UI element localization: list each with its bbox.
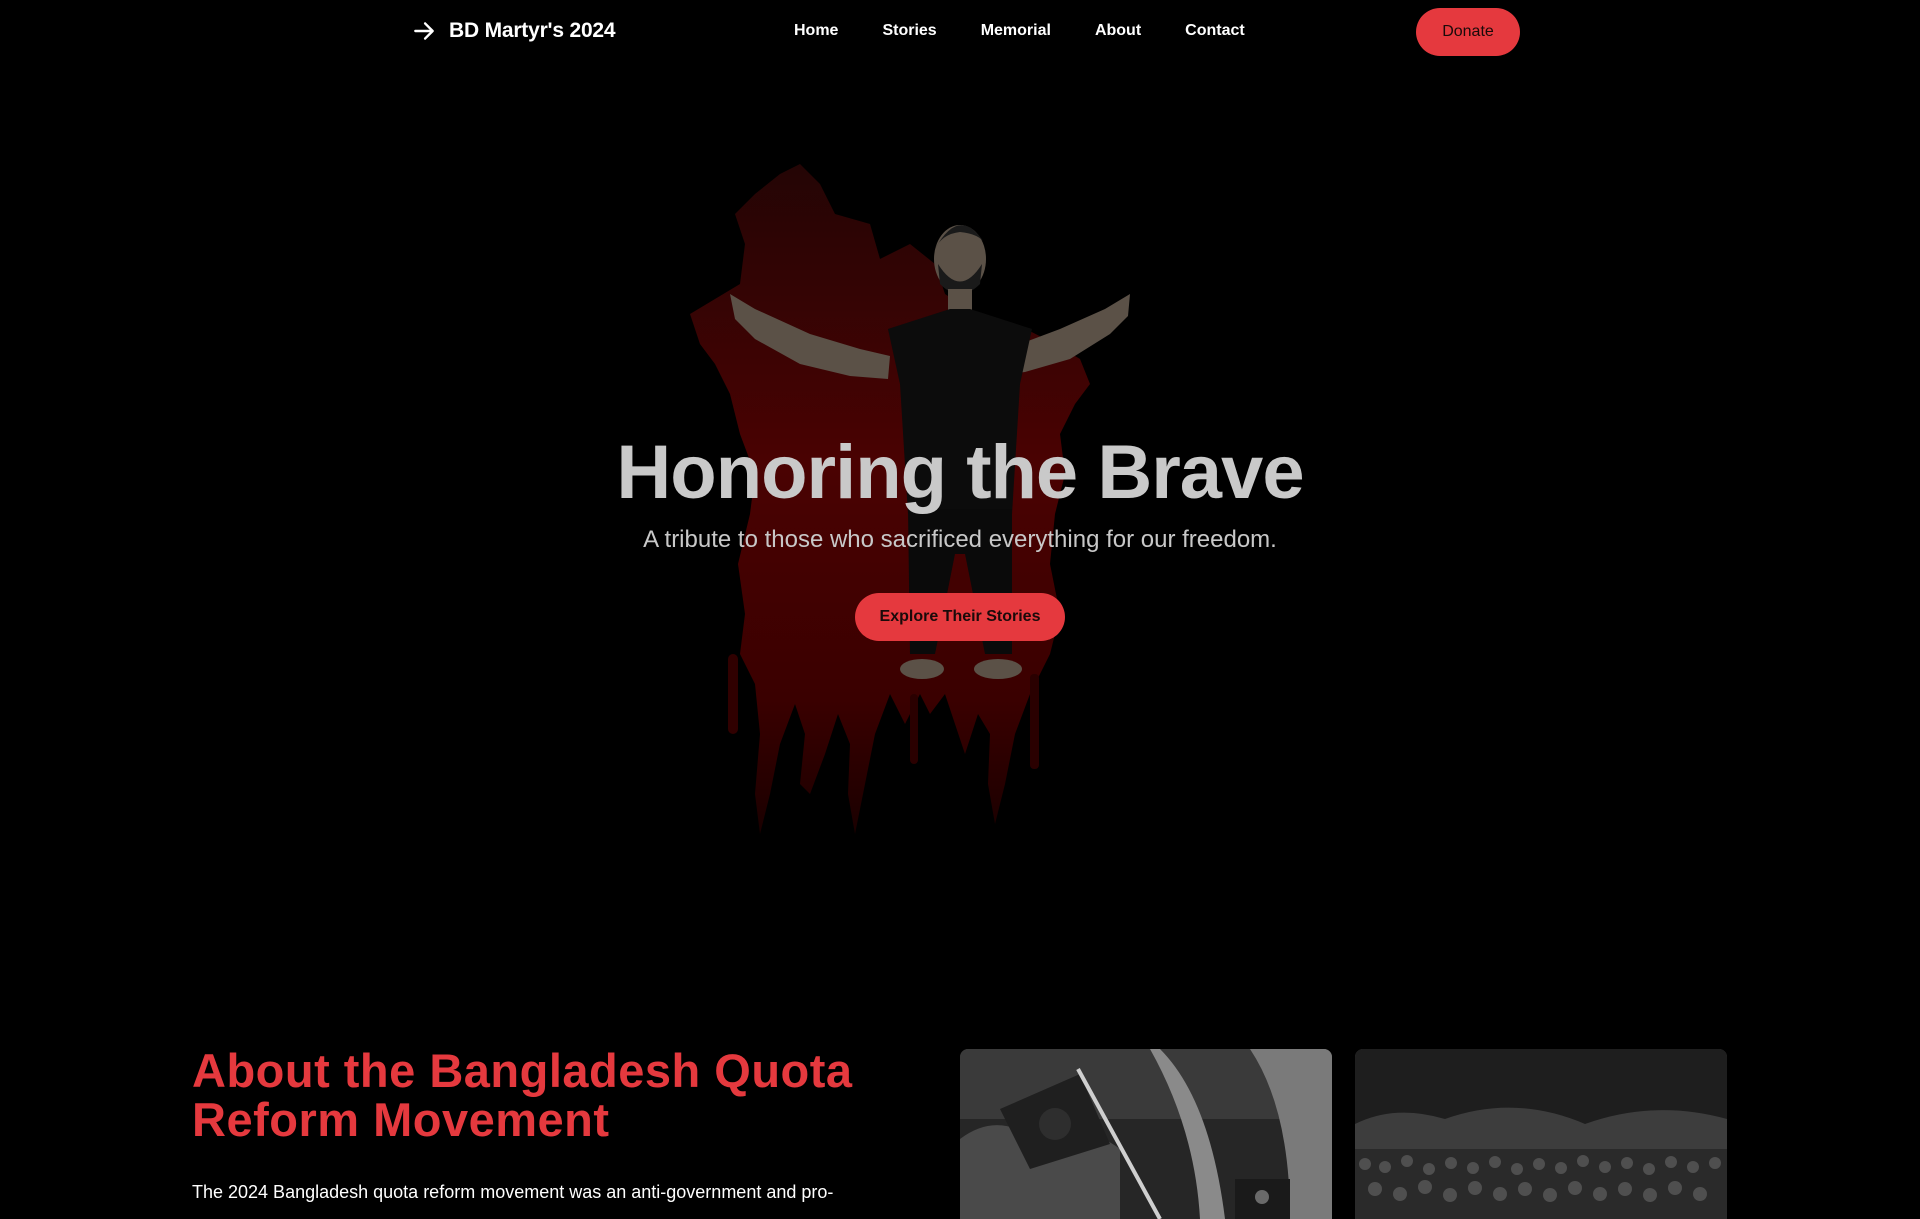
brand-name: BD Martyr's 2024 bbox=[449, 19, 616, 42]
top-navigation: BD Martyr's 2024 Home Stories Memorial A… bbox=[0, 0, 1920, 64]
nav-link-stories[interactable]: Stories bbox=[882, 22, 936, 40]
donate-button[interactable]: Donate bbox=[1416, 8, 1520, 56]
nav-link-about[interactable]: About bbox=[1095, 22, 1141, 40]
about-text: The 2024 Bangladesh quota reform movemen… bbox=[192, 1182, 834, 1202]
arrow-right-icon bbox=[411, 18, 437, 44]
about-title: About the Bangladesh Quota Reform Moveme… bbox=[192, 1044, 853, 1146]
hero-subtitle: A tribute to those who sacrificed everyt… bbox=[643, 526, 1277, 553]
nav-link-memorial[interactable]: Memorial bbox=[981, 22, 1051, 40]
protest-photo-flag bbox=[960, 1049, 1332, 1219]
brand-link[interactable]: BD Martyr's 2024 bbox=[411, 18, 616, 44]
hero-title: Honoring the Brave bbox=[616, 430, 1304, 515]
nav-link-contact[interactable]: Contact bbox=[1185, 22, 1245, 40]
hero-section: Honoring the Brave A tribute to those wh… bbox=[0, 64, 1920, 884]
explore-stories-button[interactable]: Explore Their Stories bbox=[855, 593, 1065, 641]
nav-links: Home Stories Memorial About Contact bbox=[794, 22, 1245, 40]
nav-link-home[interactable]: Home bbox=[794, 22, 838, 40]
protest-photo-crowd bbox=[1355, 1049, 1727, 1219]
